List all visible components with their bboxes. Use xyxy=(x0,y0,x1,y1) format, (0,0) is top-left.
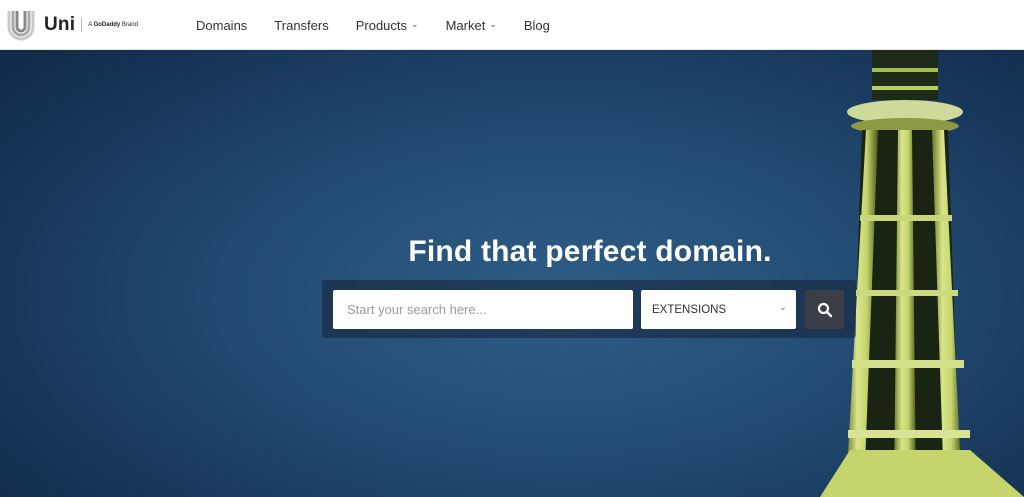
nav-item-market[interactable]: Market ⌄ xyxy=(446,18,497,33)
tower-image xyxy=(820,50,1024,497)
nav-item-transfers[interactable]: Transfers xyxy=(274,18,328,33)
extensions-select[interactable]: EXTENSIONS ⌄ xyxy=(641,290,796,329)
search-button[interactable] xyxy=(805,290,844,329)
nav-item-blog[interactable]: Blog xyxy=(524,18,550,33)
uni-logo-icon xyxy=(7,11,35,41)
logo-brand-suffix: Brand xyxy=(121,22,138,28)
chevron-down-icon: ⌄ xyxy=(411,18,419,29)
logo-brand: A GoDaddy Brand xyxy=(88,22,138,28)
nav-item-domains[interactable]: Domains xyxy=(196,18,247,33)
logo-name: Uni xyxy=(44,14,76,35)
nav-item-label: Transfers xyxy=(274,17,329,33)
nav-item-label: Market xyxy=(445,17,486,33)
hero-title: Find that perfect domain. xyxy=(408,235,772,268)
domain-search-input[interactable] xyxy=(333,290,633,329)
main-nav: Domains Transfers Products ⌄ Market ⌄ Bl… xyxy=(196,0,577,50)
search-icon xyxy=(817,302,832,317)
extensions-select-value: EXTENSIONS xyxy=(652,303,727,316)
logo-divider xyxy=(81,18,83,32)
nav-item-label: Blog xyxy=(523,17,550,33)
logo-brand-prefix: A xyxy=(88,22,92,28)
chevron-down-icon: ⌄ xyxy=(778,302,787,313)
chevron-down-icon: ⌄ xyxy=(489,18,497,29)
nav-item-products[interactable]: Products ⌄ xyxy=(356,18,419,33)
nav-item-label: Products xyxy=(355,17,408,33)
hero-section: Find that perfect domain. EXTENSIONS ⌄ xyxy=(0,50,1024,497)
logo-link[interactable]: Uni A GoDaddy Brand xyxy=(6,8,138,42)
site-header: Uni A GoDaddy Brand Domains Transfers Pr… xyxy=(0,0,1024,50)
logo-brand-name: GoDaddy xyxy=(93,22,121,28)
nav-item-label: Domains xyxy=(196,17,248,33)
